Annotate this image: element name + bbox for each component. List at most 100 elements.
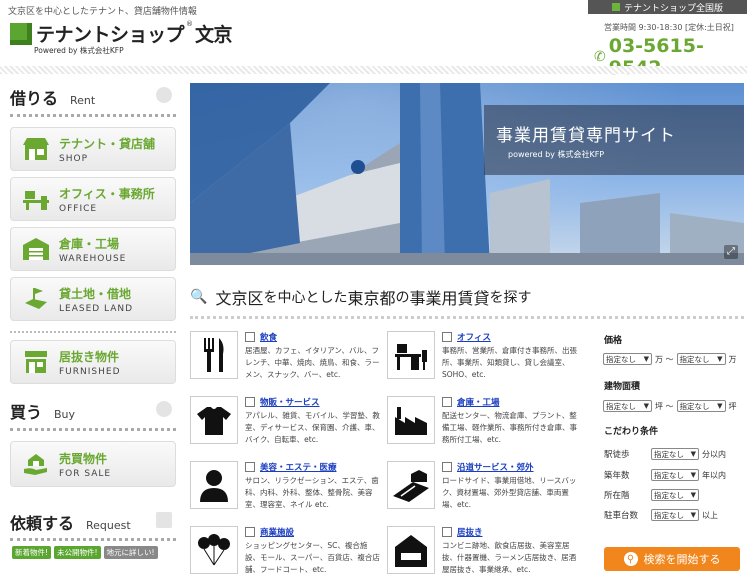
sidebar-item-sub: LEASED LAND: [59, 303, 134, 314]
category-link[interactable]: オフィス: [457, 331, 491, 343]
rent-heading-en: Rent: [70, 94, 96, 107]
logo-area: 文京: [195, 24, 233, 46]
filter-row-label: 築年数: [604, 471, 630, 481]
parking-select[interactable]: 指定なし ▼: [651, 509, 699, 521]
chevron-down-icon: ▼: [717, 355, 723, 363]
category-checkbox[interactable]: [245, 332, 255, 342]
area-unit: 坪 〜: [655, 401, 674, 411]
details-label: こだわり条件: [604, 427, 659, 437]
category-description: ショッピングセンター、SC、複合施設、モール、スーパー、百貨店、複合店舗、フード…: [245, 541, 380, 574]
search-title-text: の: [395, 290, 410, 306]
category-checkbox[interactable]: [245, 527, 255, 537]
category-link[interactable]: 倉庫・工場: [457, 396, 500, 408]
sidebar-item-label: 倉庫・工場: [59, 236, 120, 251]
office-desk-icon: [387, 331, 435, 379]
category-restaurant[interactable]: 飲食 居酒屋、カフェ、イタリアン、バル、フレンチ、中華、焼肉、焼鳥、和食、ラーメ…: [190, 331, 380, 387]
sidebar-item-sale[interactable]: 売買物件 FOR SALE: [10, 441, 176, 487]
category-beauty[interactable]: 美容・エステ・医療 サロン、リラクゼーション、エステ、歯科、内科、外科、整体、整…: [190, 461, 380, 517]
all-version-link[interactable]: テナントショップ全国版: [588, 0, 747, 14]
category-commercial[interactable]: 商業施設 ショッピングセンター、SC、複合施設、モール、スーパー、百貨店、複合店…: [190, 526, 380, 582]
category-checkbox[interactable]: [245, 462, 255, 472]
category-warehouse[interactable]: 倉庫・工場 配送センター、物流倉庫、プラント、整備工場、軽作業所、事務所付き倉庫…: [387, 396, 577, 452]
category-link[interactable]: 居抜き: [457, 526, 483, 538]
select-value: 指定なし: [654, 470, 684, 480]
category-office[interactable]: オフィス 事務所、営業所、倉庫付き事務所、出張所、事業所、知類貸し、貸し会議室、…: [387, 331, 577, 387]
filter-row-label: 所在階: [604, 491, 630, 501]
category-description: サロン、リラクゼーション、エステ、歯科、内科、外科、整体、整骨院、美容室、理容室…: [245, 476, 379, 509]
sidebar-item-label: 売買物件: [59, 451, 108, 466]
search-icon: ⚲: [623, 552, 638, 566]
category-description: コンビニ跡地、飲食店居抜、美容室居抜、什器置機、ラーメン店居抜き、居酒屋居抜き、…: [442, 541, 577, 574]
sidebar-item-sub: FOR SALE: [59, 468, 112, 479]
category-description: ロードサイド、事業用借地、リースバック、資材置場、郊外型貸店舗、車両置場、etc…: [442, 476, 577, 509]
request-heading-en: Request: [86, 519, 131, 532]
logo-cube-icon: [10, 22, 32, 45]
header-divider: [0, 66, 747, 74]
sidebar-item-furnished[interactable]: 居抜き物件 FURNISHED: [10, 340, 176, 384]
category-link[interactable]: 沿道サービス・郊外: [457, 461, 534, 473]
category-checkbox[interactable]: [442, 462, 452, 472]
beauty-icon: [190, 461, 238, 509]
chevron-down-icon: ▼: [643, 355, 649, 363]
select-value: 指定なし: [654, 490, 684, 500]
category-description: 事務所、営業所、倉庫付き事務所、出張所、事業所、知類貸し、貸し会議室、SOHO、…: [442, 346, 577, 379]
category-checkbox[interactable]: [442, 397, 452, 407]
category-checkbox[interactable]: [442, 527, 452, 537]
sidebar-item-land[interactable]: 貸土地・借地 LEASED LAND: [10, 277, 176, 321]
building-age-row: 築年数 指定なし ▼ 年以内: [604, 469, 726, 481]
category-link[interactable]: 美容・エステ・医療: [260, 461, 337, 473]
select-value: 指定なし: [654, 510, 684, 520]
building-age-select[interactable]: 指定なし ▼: [651, 469, 699, 481]
select-value: 指定なし: [606, 354, 636, 364]
area-range: 指定なし ▼ 坪 〜 指定なし ▼ 坪: [603, 400, 737, 412]
category-link[interactable]: 物販・サービス: [260, 396, 320, 408]
chevron-down-icon: ▼: [690, 450, 696, 458]
sidebar-item-shop[interactable]: テナント・貸店舗 SHOP: [10, 127, 176, 171]
category-description: 配送センター、物流倉庫、プラント、整備工場、軽作業所、事務所付き倉庫、事務所付工…: [442, 411, 577, 444]
buy-heading-en: Buy: [54, 408, 76, 421]
balloons-icon: [190, 526, 238, 574]
area-label: 建物面積: [604, 382, 641, 392]
status-badge: 未公開物件!: [54, 546, 101, 559]
hero-title: 事業用賃貸専門サイト: [496, 126, 676, 146]
chevron-down-icon: ▼: [643, 402, 649, 410]
area-min-select[interactable]: 指定なし ▼: [603, 400, 652, 412]
sidebar-item-warehouse[interactable]: 倉庫・工場 WAREHOUSE: [10, 227, 176, 271]
logo-powered-by: Powered by 株式会社KFP: [34, 46, 124, 55]
price-max-select[interactable]: 指定なし ▼: [676, 353, 726, 365]
shop-house-icon: [387, 526, 435, 574]
category-furnished[interactable]: 居抜き コンビニ跡地、飲食店居抜、美容室居抜、什器置機、ラーメン店居抜き、居酒屋…: [387, 526, 577, 582]
category-checkbox[interactable]: [442, 332, 452, 342]
sidebar-item-label: 貸土地・借地: [59, 286, 132, 301]
hero-banner: 事業用賃貸専門サイト powered by 株式会社KFP ⤢: [190, 83, 744, 265]
logo-registered-mark: ®: [186, 20, 194, 28]
request-heading: 依頼する Request: [10, 510, 176, 541]
mail-icon: [156, 512, 172, 528]
category-roadside[interactable]: 沿道サービス・郊外 ロードサイド、事業用借地、リースバック、資材置場、郊外型貸店…: [387, 461, 577, 517]
cube-icon: [611, 3, 620, 11]
category-retail[interactable]: 物販・サービス アパレル、雑貨、モバイル、学習塾、教室、ディサービス、保育園、介…: [190, 396, 380, 452]
walk-time-row: 駅徒歩 指定なし ▼ 分以内: [604, 448, 726, 460]
floor-select[interactable]: 指定なし ▼: [651, 489, 699, 501]
search-section-title: 🔍 文京区 を中心とした 東京都 の 事業用賃貸 を探す: [190, 285, 744, 319]
magnifier-icon: [156, 87, 172, 103]
select-value: 指定なし: [679, 354, 710, 364]
filter-row-unit: 分以内: [702, 449, 726, 459]
sidebar-item-sub: SHOP: [59, 153, 88, 164]
expand-icon[interactable]: ⤢: [724, 245, 738, 259]
price-min-select[interactable]: 指定なし ▼: [603, 353, 652, 365]
area-max-select[interactable]: 指定なし ▼: [676, 400, 726, 412]
search-area-name: 文京区: [215, 289, 264, 308]
category-link[interactable]: 飲食: [260, 331, 277, 343]
sidebar-item-label: オフィス・事務所: [59, 186, 155, 201]
factory-icon: [387, 396, 435, 444]
sidebar-item-office[interactable]: オフィス・事務所 OFFICE: [10, 177, 176, 221]
walk-time-select[interactable]: 指定なし ▼: [651, 448, 699, 460]
status-badge: 地元に詳しい!: [103, 546, 158, 559]
category-link[interactable]: 商業施設: [260, 526, 294, 538]
search-submit-button[interactable]: ⚲ 検索を開始する: [604, 547, 740, 571]
sidebar-divider: [10, 331, 176, 333]
restaurant-icon: [190, 331, 238, 379]
site-logo[interactable]: テナントショップ ® 文京: [10, 20, 233, 47]
category-checkbox[interactable]: [245, 397, 255, 407]
